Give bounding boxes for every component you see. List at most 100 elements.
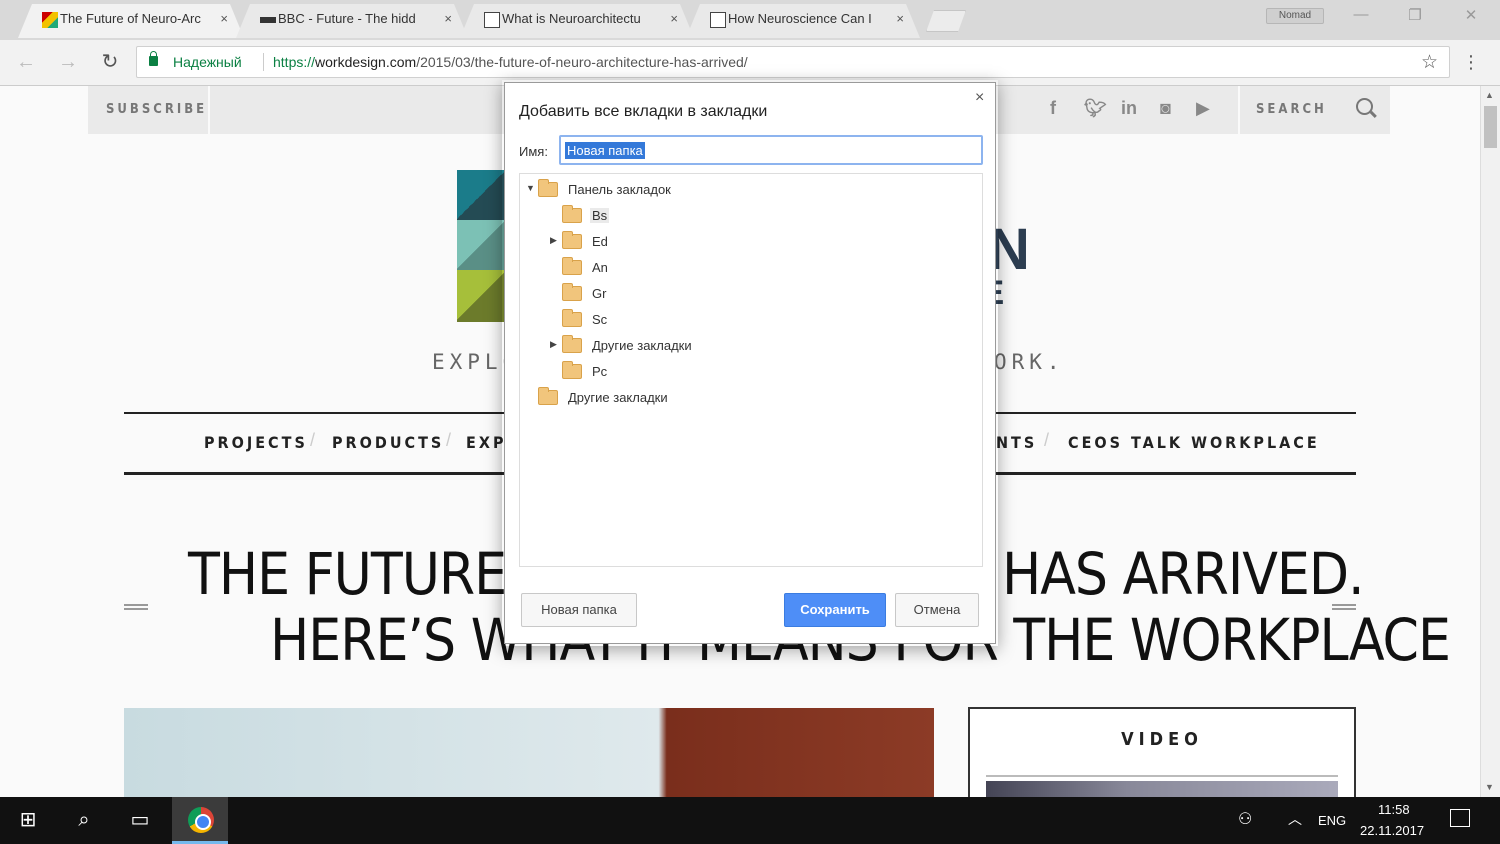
name-label: Имя: <box>519 144 548 159</box>
url-host: workdesign.com <box>315 54 417 70</box>
tab-title: The Future of Neuro-Arc <box>60 11 201 26</box>
tab-future-neuro[interactable]: The Future of Neuro-Arc × <box>18 4 244 38</box>
article-headline: HAS ARRIVED. <box>1002 540 1365 608</box>
close-window-icon[interactable]: ✕ <box>1456 6 1486 30</box>
instagram-icon[interactable]: ◙ <box>1160 98 1171 119</box>
expand-arrow-icon[interactable]: ▼ <box>526 183 535 193</box>
browser-title-bar: The Future of Neuro-Arc × BBC - Future -… <box>0 0 1500 40</box>
chrome-icon <box>188 807 214 833</box>
url-path: /2015/03/the-future-of-neuro-architectur… <box>416 54 748 70</box>
notification-icon[interactable] <box>1450 809 1470 827</box>
new-tab-button[interactable] <box>926 10 966 32</box>
bbc-favicon-icon <box>260 17 276 23</box>
tab-close-icon[interactable]: × <box>220 4 228 34</box>
minimize-icon[interactable]: — <box>1346 6 1376 30</box>
nav-products[interactable]: PRODUCTS <box>332 433 444 452</box>
folder-icon <box>562 309 582 327</box>
language-indicator[interactable]: ENG <box>1318 813 1346 828</box>
a-favicon-icon <box>710 12 726 28</box>
bookmark-star-icon[interactable]: ☆ <box>1421 51 1438 74</box>
subscribe-link[interactable]: SUBSCRIBE <box>106 102 207 117</box>
tab-close-icon[interactable]: × <box>444 4 452 34</box>
headline-dash <box>124 604 148 610</box>
tab-bbc-future[interactable]: BBC - Future - The hidd × <box>236 4 468 38</box>
save-button[interactable]: Сохранить <box>784 593 886 627</box>
nav-projects[interactable]: PROJECTS <box>204 433 308 452</box>
tab-neuroscience[interactable]: How Neuroscience Can I × <box>686 4 920 38</box>
tree-node-label: Другие закладки <box>592 338 692 353</box>
youtube-icon[interactable]: ▶ <box>1196 98 1210 119</box>
divider <box>986 775 1338 777</box>
divider <box>1238 86 1240 134</box>
search-icon[interactable] <box>1356 98 1373 115</box>
nav-divider: / <box>446 430 452 450</box>
folder-icon <box>538 387 558 405</box>
profile-button[interactable]: Nomad <box>1266 8 1324 24</box>
nav-events[interactable]: NTS <box>996 433 1037 452</box>
expand-arrow-icon[interactable]: ▶ <box>550 235 557 246</box>
site-logo[interactable] <box>457 170 505 322</box>
reload-icon[interactable]: ↻ <box>96 50 124 76</box>
page-scrollbar[interactable]: ▲ ▼ <box>1480 86 1500 797</box>
scroll-up-icon[interactable]: ▲ <box>1485 90 1494 100</box>
twitter-icon[interactable]: 🐦︎ <box>1084 98 1107 119</box>
forward-arrow-icon[interactable]: → <box>54 50 82 76</box>
back-arrow-icon[interactable]: ← <box>12 50 40 76</box>
divider <box>263 53 264 71</box>
task-view-icon[interactable]: ▭ <box>112 797 168 844</box>
video-widget[interactable]: VIDEO <box>968 707 1356 797</box>
facebook-icon[interactable]: f <box>1050 98 1056 119</box>
chrome-taskbar-button[interactable] <box>172 797 228 844</box>
url-text[interactable]: https://workdesign.com/2015/03/the-futur… <box>273 54 748 70</box>
tree-node-label: Pc <box>592 364 608 379</box>
address-bar[interactable]: Надежный https://workdesign.com/2015/03/… <box>136 46 1450 78</box>
people-icon[interactable]: ⚇ <box>1238 809 1252 829</box>
folder-name-input[interactable] <box>559 135 983 165</box>
tab-title: How Neuroscience Can I <box>728 11 872 26</box>
tree-node-label: Bs <box>590 208 610 223</box>
tree-node-label: Панель закладок <box>568 182 671 197</box>
windows-start-icon[interactable]: ⊞ <box>0 797 56 844</box>
tray-chevron-icon[interactable]: ︿ <box>1288 809 1302 829</box>
clock-date[interactable]: 22.11.2017 <box>1360 823 1424 838</box>
cancel-button[interactable]: Отмена <box>895 593 979 627</box>
nav-divider: / <box>1044 430 1050 450</box>
tab-title: BBC - Future - The hidd <box>278 11 416 26</box>
workdesign-favicon-icon <box>42 12 58 28</box>
tab-neuroarchitecture[interactable]: What is Neuroarchitectu × <box>460 4 694 38</box>
video-label: VIDEO <box>1121 729 1203 750</box>
folder-open-icon <box>562 205 582 223</box>
tree-node-label: Sc <box>592 312 608 327</box>
menu-kebab-icon[interactable]: ⋮ <box>1462 50 1480 74</box>
close-icon[interactable]: × <box>975 89 984 107</box>
folder-icon <box>538 179 558 197</box>
tree-node-label: Gr <box>592 286 607 301</box>
video-thumbnail[interactable] <box>986 781 1338 797</box>
folder-icon <box>562 283 582 301</box>
bookmark-all-tabs-dialog: Добавить все вкладки в закладки × Имя: Н… <box>504 82 996 644</box>
search-icon[interactable]: ⌕ <box>56 797 112 844</box>
linkedin-icon[interactable]: in <box>1121 98 1137 119</box>
security-label: Надежный <box>173 54 242 70</box>
tab-close-icon[interactable]: × <box>896 4 904 34</box>
tree-node-label: An <box>592 260 608 275</box>
clock-time[interactable]: 11:58 <box>1378 802 1410 817</box>
scroll-thumb[interactable] <box>1484 106 1497 148</box>
divider <box>208 86 210 134</box>
folder-tree[interactable]: ▼ Панель закладок Bs ▶ Ed An Gr Sc ▶ Дру… <box>519 173 983 567</box>
new-folder-button[interactable]: Новая папка <box>521 593 637 627</box>
nav-ceos-talk[interactable]: CEOS TALK WORKPLACE <box>1068 433 1320 452</box>
folder-icon <box>562 361 582 379</box>
search-label[interactable]: SEARCH <box>1256 102 1327 117</box>
tree-node-label: Ed <box>592 234 608 249</box>
folder-icon <box>562 231 582 249</box>
folder-icon <box>562 335 582 353</box>
folder-icon <box>562 257 582 275</box>
hero-image <box>124 708 934 797</box>
expand-arrow-icon[interactable]: ▶ <box>550 339 557 350</box>
nav-divider: / <box>310 430 316 450</box>
restore-icon[interactable]: ❐ <box>1400 6 1430 30</box>
tab-close-icon[interactable]: × <box>670 4 678 34</box>
windows-taskbar: ⊞ ⌕ ▭ ⚇ ︿ ENG 11:58 22.11.2017 <box>0 797 1500 844</box>
scroll-down-icon[interactable]: ▼ <box>1485 782 1494 792</box>
